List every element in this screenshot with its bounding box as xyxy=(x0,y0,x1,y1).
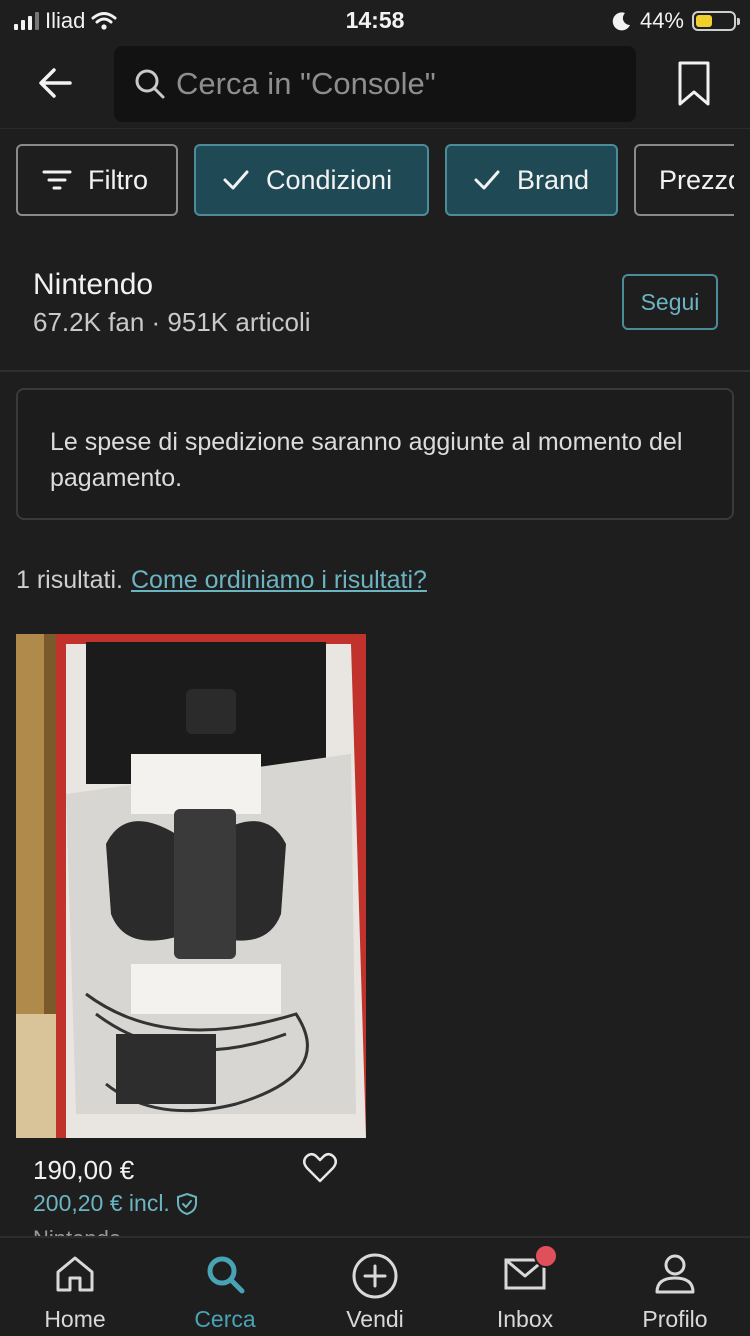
item-price-incl: 200,20 € incl. xyxy=(33,1190,198,1217)
filter-chip-condizioni[interactable]: Condizioni xyxy=(194,144,429,216)
bookmark-icon[interactable] xyxy=(676,60,712,108)
home-icon xyxy=(56,1256,94,1292)
filter-chip-prezzo[interactable]: Prezzo xyxy=(634,144,734,216)
tab-label: Profilo xyxy=(642,1306,708,1332)
check-icon xyxy=(474,170,500,190)
filter-chip-filtro[interactable]: Filtro xyxy=(16,144,178,216)
status-bar: Iliad 14:58 44% xyxy=(0,0,750,42)
filter-chip-label: Condizioni xyxy=(266,164,393,195)
item-price: 190,00 € xyxy=(33,1155,135,1185)
person-icon xyxy=(655,1254,695,1294)
tab-label: Vendi xyxy=(346,1306,404,1332)
filter-icon xyxy=(42,170,72,190)
divider xyxy=(0,370,750,372)
brand-name: Nintendo xyxy=(33,268,154,301)
search-placeholder: Cerca in "Console" xyxy=(176,66,436,101)
divider xyxy=(0,128,750,129)
filter-chip-label: Prezzo xyxy=(659,164,734,195)
notice-text: Le spese di spedizione saranno aggiunte … xyxy=(50,428,683,492)
shield-check-icon xyxy=(176,1192,197,1215)
item-price-incl-text: 200,20 € incl. xyxy=(33,1190,170,1216)
heart-icon[interactable] xyxy=(302,1152,338,1184)
battery-percent: 44% xyxy=(639,8,684,33)
results-ordering-link[interactable]: Come ordiniamo i risultati? xyxy=(131,566,427,594)
moon-icon xyxy=(612,12,630,31)
brand-meta: 67.2K fan · 951K articoli xyxy=(33,307,311,337)
tab-search[interactable]: Cerca xyxy=(150,1238,300,1336)
item-photo[interactable] xyxy=(16,634,366,1138)
filter-chip-brand[interactable]: Brand xyxy=(445,144,618,216)
tab-label: Home xyxy=(44,1306,106,1332)
battery-icon xyxy=(692,11,740,31)
tab-inbox[interactable]: Inbox xyxy=(450,1238,600,1336)
filter-chips: Filtro Condizioni Brand Prezzo xyxy=(0,144,734,216)
tab-label: Inbox xyxy=(496,1306,554,1332)
follow-button[interactable]: Segui xyxy=(622,274,718,330)
search-icon xyxy=(135,69,165,99)
plus-circle-icon xyxy=(352,1253,398,1299)
back-arrow-icon[interactable] xyxy=(34,60,80,106)
filter-chip-label: Brand xyxy=(517,164,590,195)
check-icon xyxy=(223,170,249,190)
shipping-notice: Le spese di spedizione saranno aggiunte … xyxy=(16,388,734,520)
tab-label: Cerca xyxy=(194,1306,256,1332)
status-right: 44% xyxy=(612,8,740,34)
item-brand: Nintendo xyxy=(33,1226,121,1236)
results-summary: 1 risultati. Come ordiniamo i risultati? xyxy=(16,566,427,595)
top-bar: Cerca in "Console" xyxy=(0,42,750,128)
item-photo-image xyxy=(16,634,366,1138)
results-count: 1 risultati. xyxy=(16,566,123,594)
tab-home[interactable]: Home xyxy=(0,1238,150,1336)
notification-badge xyxy=(534,1244,558,1268)
filter-chip-label: Filtro xyxy=(88,164,148,195)
tab-bar: Home Cerca Vendi Inbox Profilo xyxy=(0,1236,750,1336)
search-icon xyxy=(207,1256,245,1294)
tab-sell[interactable]: Vendi xyxy=(300,1238,450,1336)
search-input[interactable]: Cerca in "Console" xyxy=(114,46,636,122)
tab-profile[interactable]: Profilo xyxy=(600,1238,750,1336)
